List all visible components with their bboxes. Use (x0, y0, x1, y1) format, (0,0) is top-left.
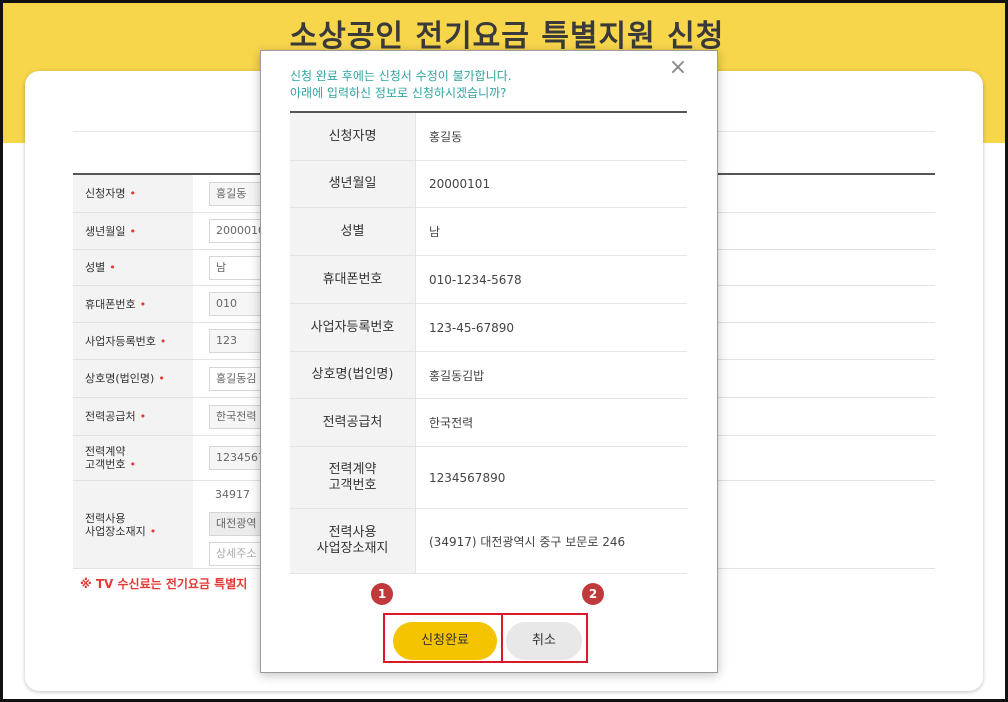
form-label: 상호명(법인명) • (73, 360, 193, 397)
screen-frame: 소상공인 전기요금 특별지원 신청 신청자명 • 홍길동 생년월일 • 200001… (0, 0, 1008, 702)
label-line: 사업장소재지 (316, 541, 389, 556)
summary-row: 전력사용 사업장소재지 (34917) 대전광역시 중구 보문로 246 (290, 509, 687, 574)
summary-value: 010-1234-5678 (429, 272, 522, 287)
form-label: 성별 • (73, 250, 193, 285)
form-label: 사업자등록번호 • (73, 323, 193, 359)
label-line: 고객번호 (328, 477, 377, 493)
summary-row: 상호명(법인명) 홍길동김밥 (290, 352, 687, 399)
required-mark: • (158, 372, 165, 385)
dialog-message-line: 신청 완료 후에는 신청서 수정이 불가합니다. (290, 69, 512, 83)
form-label-text: 생년월일 (85, 224, 126, 238)
summary-label: 생년월일 (290, 161, 416, 207)
summary-table: 신청자명 홍길동 생년월일 20000101 성별 남 휴대폰번호 010-12… (290, 111, 687, 574)
label-line: 사업장소재지 (85, 524, 146, 538)
required-mark: • (149, 524, 157, 538)
form-label: 생년월일 • (73, 213, 193, 249)
form-label-text: 휴대폰번호 (85, 297, 136, 311)
summary-row: 성별 남 (290, 208, 687, 256)
label-line: 전력계약 (328, 461, 377, 477)
summary-value: 홍길동 (429, 130, 463, 144)
summary-label: 전력사용 사업장소재지 (290, 509, 416, 573)
form-label-text: 전력계약 고객번호 • (85, 445, 136, 471)
form-label-text: 전력사용 사업장소재지 • (85, 512, 156, 538)
submit-complete-button[interactable]: 신청완료 (393, 622, 497, 660)
step-badge-1: 1 (371, 583, 393, 605)
summary-row: 전력계약 고객번호 1234567890 (290, 447, 687, 509)
label-line: 고객번호 (85, 458, 126, 471)
confirm-dialog: 신청 완료 후에는 신청서 수정이 불가합니다. 아래에 입력하신 정보로 신청… (260, 50, 718, 673)
summary-value: 20000101 (429, 177, 491, 191)
dialog-message-line: 아래에 입력하신 정보로 신청하시겠습니까? (290, 86, 507, 100)
required-mark: • (129, 458, 136, 471)
summary-row: 사업자등록번호 123-45-67890 (290, 304, 687, 352)
summary-label: 전력계약 고객번호 (290, 447, 416, 508)
summary-value: (34917) 대전광역시 중구 보문로 246 (429, 534, 626, 549)
required-mark: • (139, 410, 147, 423)
cancel-button[interactable]: 취소 (506, 622, 582, 660)
summary-value: 123-45-67890 (429, 320, 515, 335)
summary-label: 신청자명 (290, 113, 416, 160)
summary-row: 신청자명 홍길동 (290, 113, 687, 161)
form-label: 전력사용 사업장소재지 • (73, 481, 193, 568)
summary-label: 사업자등록번호 (290, 304, 416, 351)
summary-value: 1234567890 (429, 470, 506, 485)
step-badge-2: 2 (582, 583, 604, 605)
required-mark: • (129, 187, 136, 200)
summary-label: 휴대폰번호 (290, 256, 416, 303)
summary-label: 성별 (290, 208, 416, 255)
form-label: 휴대폰번호 • (73, 286, 193, 322)
form-label-text: 전력공급처 (85, 410, 136, 423)
summary-value: 남 (429, 225, 441, 239)
page-title: 소상공인 전기요금 특별지원 신청 (289, 19, 725, 54)
label-line: 전력사용 (328, 525, 377, 540)
required-mark: • (129, 224, 136, 238)
form-label: 전력계약 고객번호 • (73, 436, 193, 480)
form-label-text: 신청자명 (85, 187, 126, 200)
label-line: 전력사용 (85, 511, 126, 525)
summary-row: 전력공급처 한국전력 (290, 399, 687, 447)
form-label: 신청자명 • (73, 175, 193, 212)
summary-label: 상호명(법인명) (290, 352, 416, 398)
form-label-text: 사업자등록번호 (85, 334, 156, 348)
label-line: 전력계약 (85, 445, 126, 458)
form-label-text: 상호명(법인명) (85, 372, 155, 385)
dialog-message: 신청 완료 후에는 신청서 수정이 불가합니다. 아래에 입력하신 정보로 신청… (290, 68, 512, 102)
summary-label: 전력공급처 (290, 399, 416, 446)
summary-value: 한국전력 (429, 416, 474, 430)
required-mark: • (139, 297, 147, 311)
summary-value: 홍길동김밥 (429, 368, 485, 383)
required-mark: • (109, 261, 116, 274)
close-icon[interactable]: × (667, 57, 689, 79)
tv-fee-notice: ※ TV 수신료는 전기요금 특별지 (80, 577, 248, 591)
form-label-text: 성별 (85, 261, 106, 274)
summary-row: 휴대폰번호 010-1234-5678 (290, 256, 687, 304)
form-label: 전력공급처 • (73, 398, 193, 435)
summary-row: 생년월일 20000101 (290, 161, 687, 208)
required-mark: • (159, 334, 167, 348)
